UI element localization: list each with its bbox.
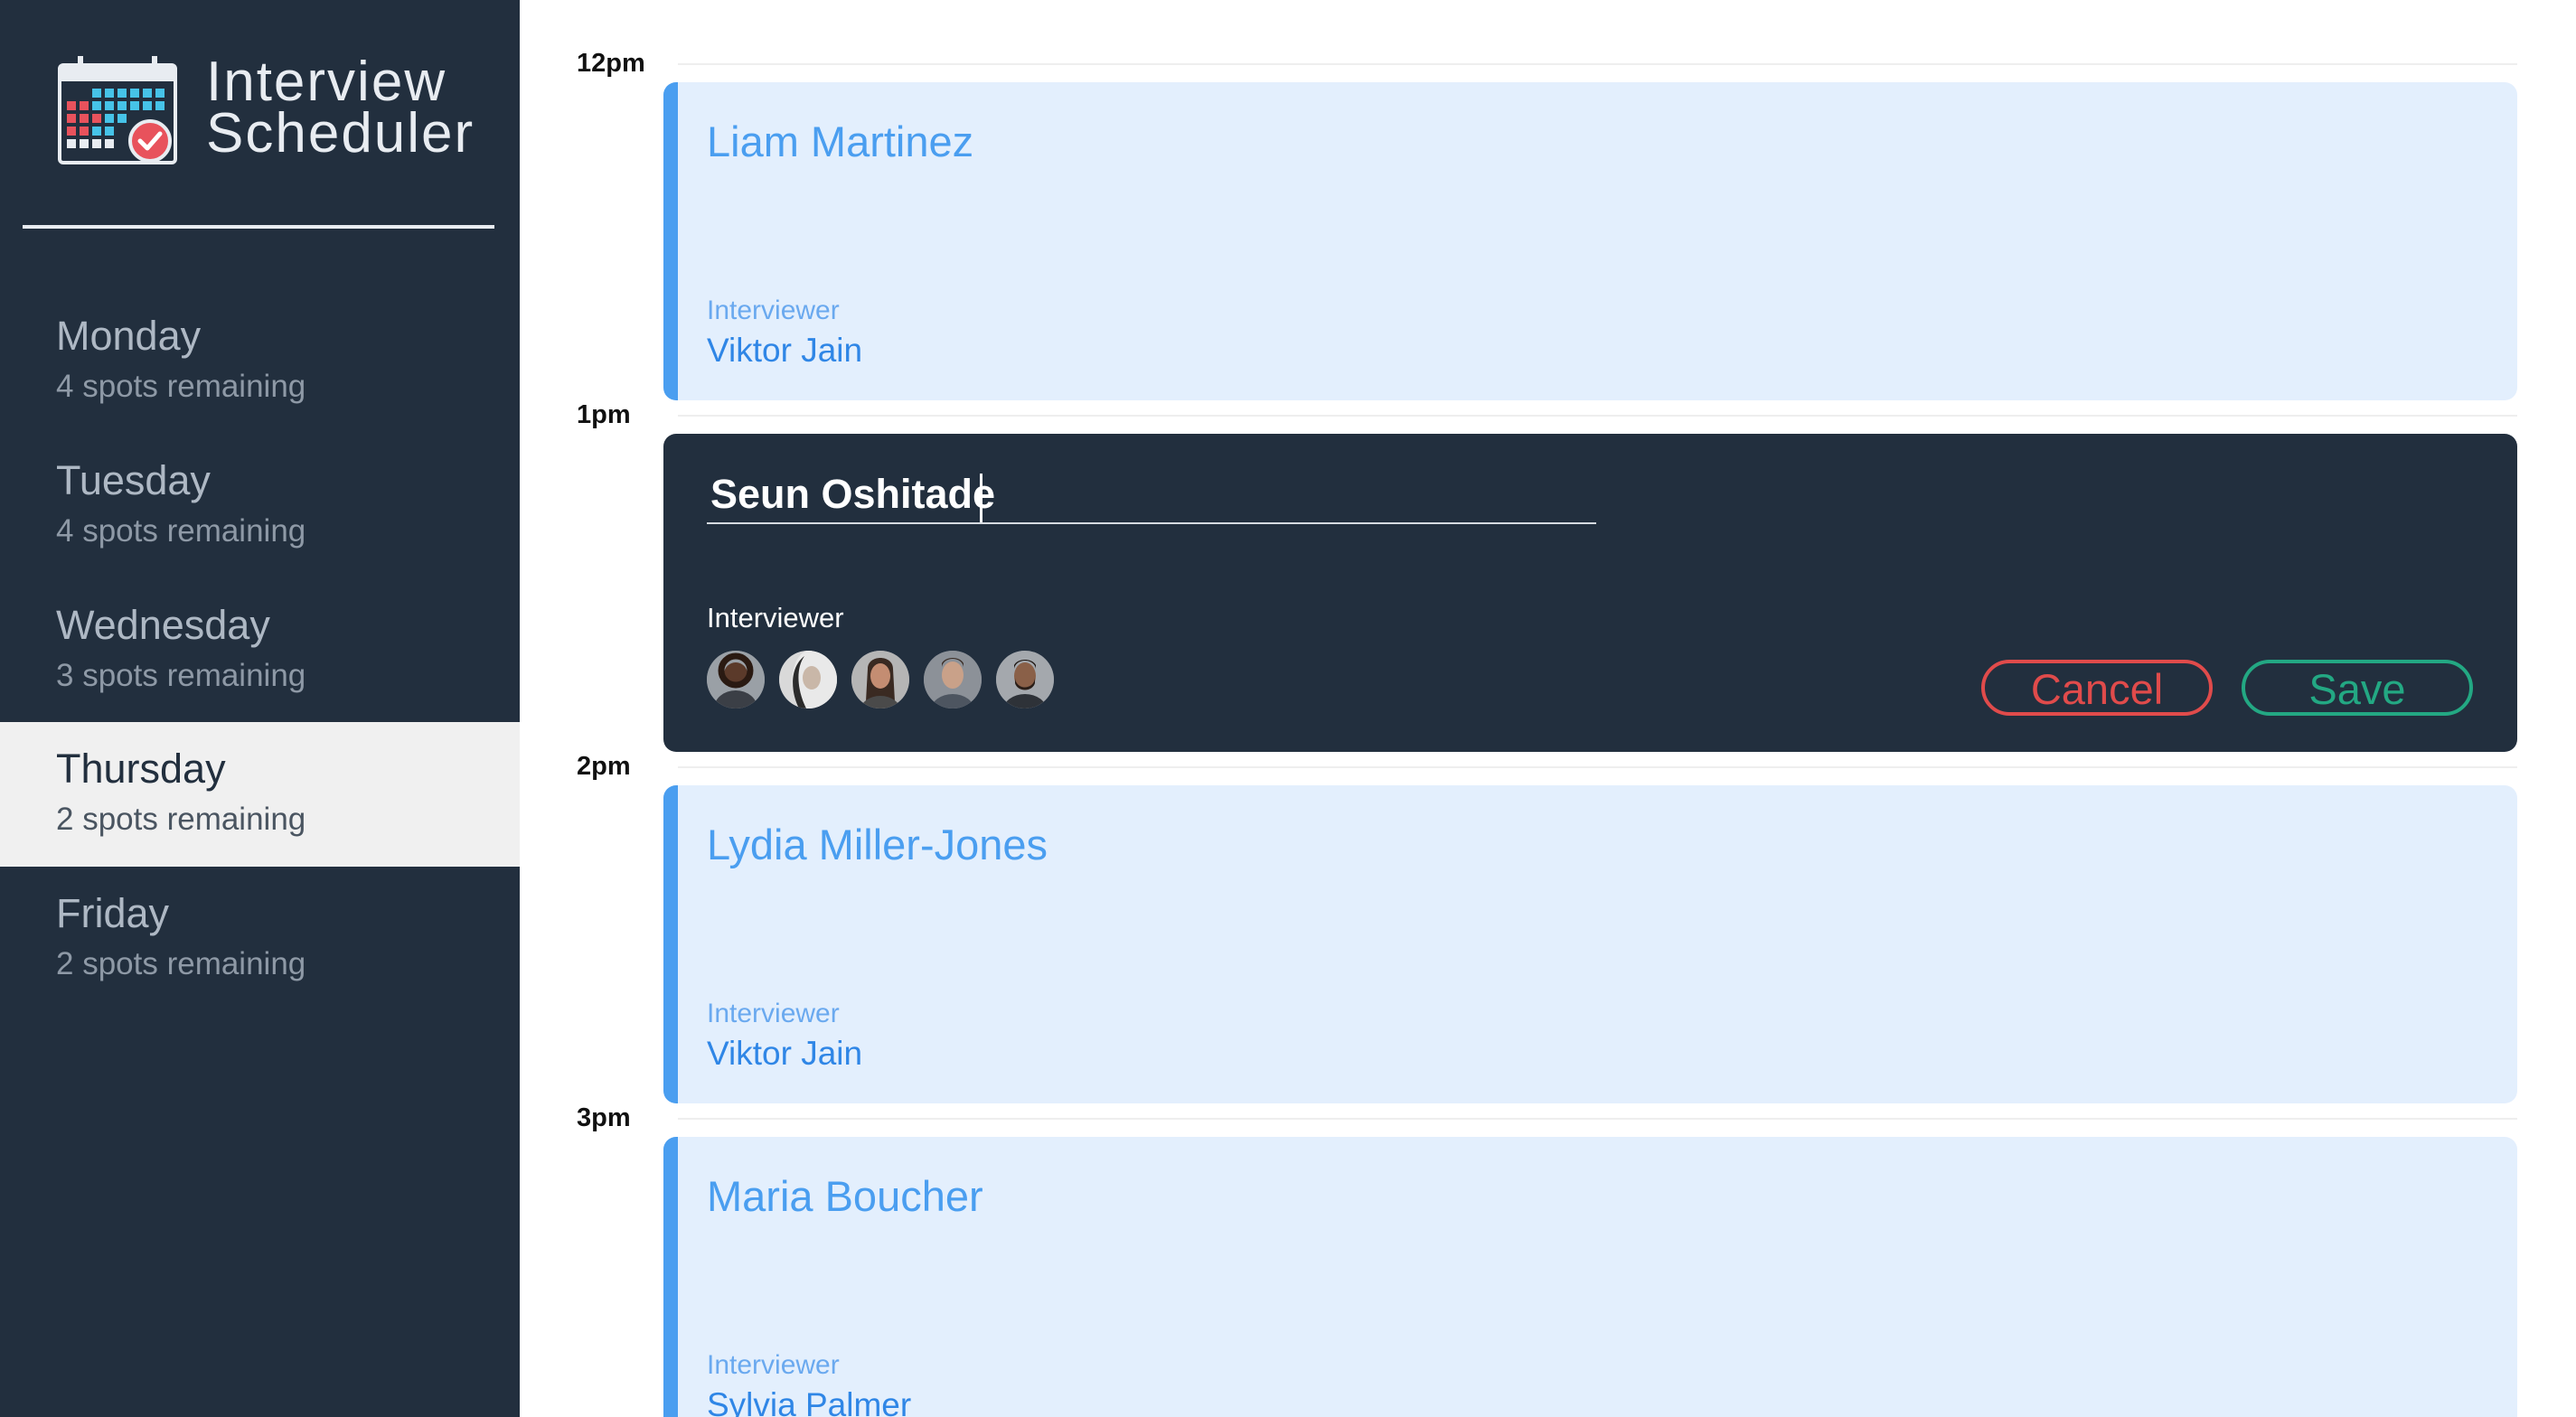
day-spots: 4 spots remaining — [56, 513, 306, 549]
day-name: Thursday — [56, 746, 226, 792]
interviewer-caption: Interviewer — [707, 296, 840, 325]
day-item-tuesday[interactable]: Tuesday 4 spots remaining — [0, 434, 520, 578]
appointment-edit-form: Interviewer Cancel Save — [663, 434, 2517, 752]
time-label: 1pm — [577, 400, 631, 429]
app-title: Interview Scheduler — [206, 51, 475, 164]
sidebar-divider — [23, 225, 494, 229]
app-title-line1: Interview — [206, 51, 447, 113]
appointment-card[interactable]: Liam Martinez Interviewer Viktor Jain — [663, 82, 2517, 400]
student-name-input[interactable] — [707, 466, 1596, 524]
day-item-monday[interactable]: Monday 4 spots remaining — [0, 289, 520, 434]
day-name: Tuesday — [56, 457, 211, 503]
interviewer-name: Viktor Jain — [707, 332, 863, 369]
interviewer-name: Viktor Jain — [707, 1035, 863, 1072]
sidebar: Interview Scheduler Monday 4 spots remai… — [0, 0, 520, 1417]
day-spots: 2 spots remaining — [56, 802, 306, 837]
day-name: Friday — [56, 890, 170, 936]
hour-divider — [678, 415, 2517, 417]
appointment-card[interactable]: Lydia Miller-Jones Interviewer Viktor Ja… — [663, 785, 2517, 1103]
time-label: 12pm — [577, 49, 645, 78]
save-button[interactable]: Save — [2242, 660, 2473, 716]
interviewer-avatar-4[interactable] — [924, 651, 982, 708]
hour-divider — [678, 1118, 2517, 1120]
day-spots: 2 spots remaining — [56, 946, 306, 981]
day-spots: 4 spots remaining — [56, 369, 306, 404]
interviewer-avatar-1[interactable] — [707, 651, 765, 708]
day-item-thursday[interactable]: Thursday 2 spots remaining — [0, 722, 520, 867]
hour-divider — [678, 63, 2517, 65]
day-spots: 3 spots remaining — [56, 658, 306, 693]
cancel-button[interactable]: Cancel — [1981, 660, 2213, 716]
time-label: 2pm — [577, 752, 631, 781]
interviewer-caption: Interviewer — [707, 602, 844, 633]
day-name: Wednesday — [56, 602, 270, 648]
hour-divider — [678, 766, 2517, 768]
interviewer-caption: Interviewer — [707, 1350, 840, 1380]
app-title-line2: Scheduler — [206, 102, 475, 164]
student-name: Maria Boucher — [707, 1172, 983, 1220]
student-name: Lydia Miller-Jones — [707, 821, 1048, 868]
interviewer-name: Sylvia Palmer — [707, 1386, 912, 1417]
student-name: Liam Martinez — [707, 117, 974, 165]
interviewer-avatar-2[interactable] — [779, 651, 837, 708]
appointment-card[interactable]: Maria Boucher Interviewer Sylvia Palmer — [663, 1137, 2517, 1417]
day-item-wednesday[interactable]: Wednesday 3 spots remaining — [0, 578, 520, 723]
interviewer-avatar-5[interactable] — [996, 651, 1054, 708]
interviewer-avatar-3[interactable] — [851, 651, 909, 708]
day-item-friday[interactable]: Friday 2 spots remaining — [0, 867, 520, 1011]
text-caret — [980, 474, 982, 522]
interviewer-caption: Interviewer — [707, 999, 840, 1028]
interviewer-list — [707, 651, 1054, 708]
time-label: 3pm — [577, 1103, 631, 1132]
calendar-logo-icon — [58, 56, 177, 164]
day-name: Monday — [56, 313, 202, 359]
